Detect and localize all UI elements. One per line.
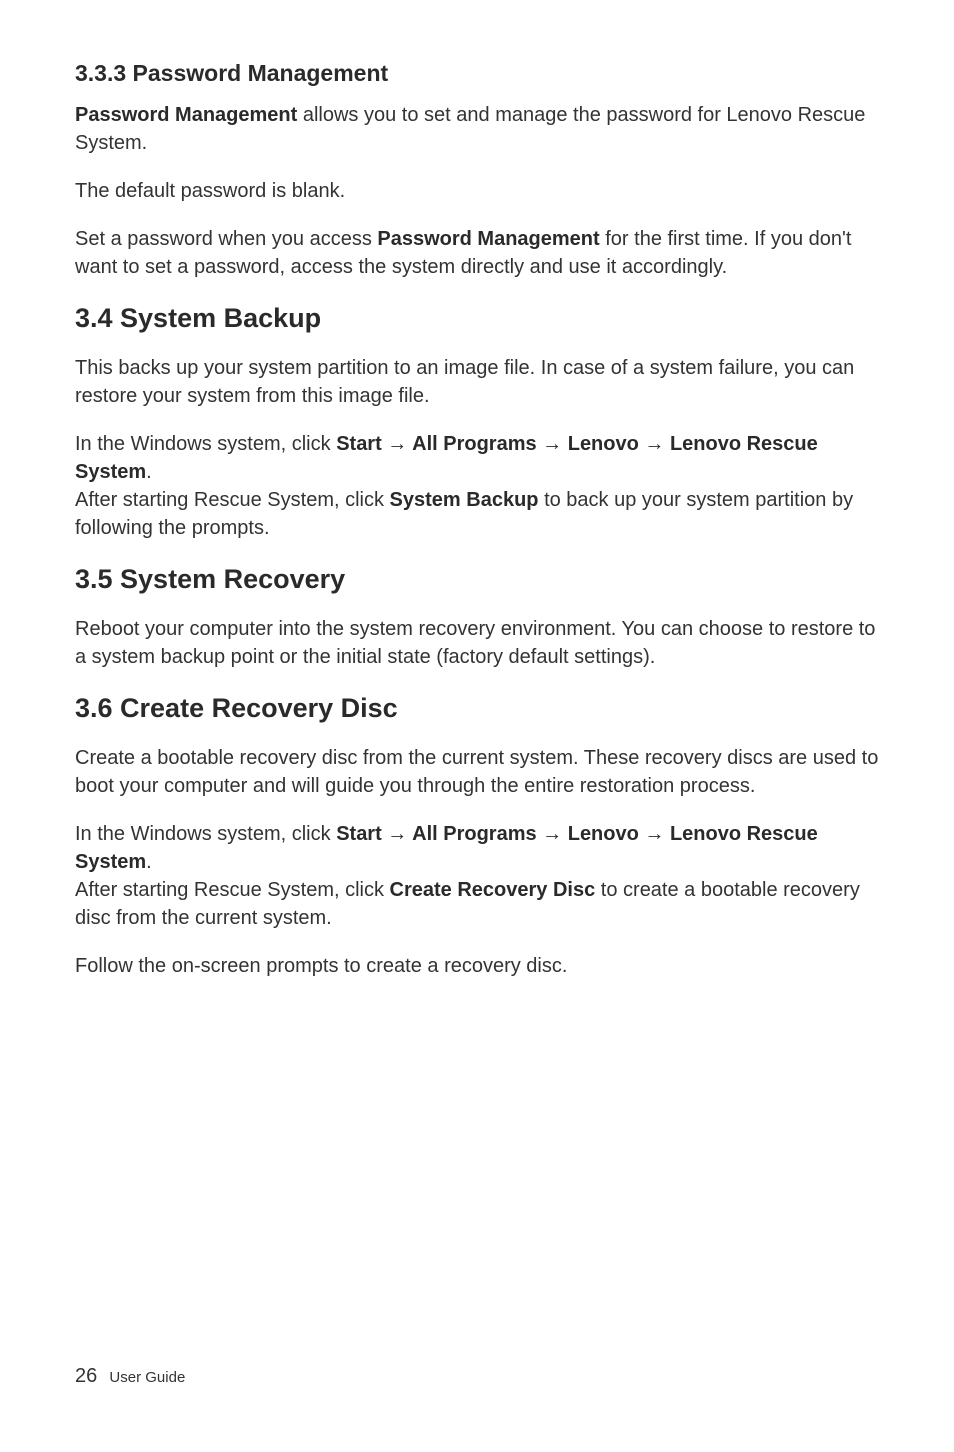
- body-text: .: [146, 851, 152, 873]
- bold-text: Create Recovery Disc: [390, 879, 596, 901]
- paragraph: In the Windows system, click Start → All…: [75, 430, 879, 486]
- page-number: 26: [75, 1365, 97, 1387]
- body-text: Set a password when you access: [75, 228, 377, 250]
- paragraph: After starting Rescue System, click Crea…: [75, 876, 879, 932]
- heading-3-5: 3.5 System Recovery: [75, 564, 879, 595]
- paragraph: Password Management allows you to set an…: [75, 101, 879, 157]
- heading-3-6: 3.6 Create Recovery Disc: [75, 693, 879, 724]
- paragraph: Set a password when you access Password …: [75, 225, 879, 281]
- document-page: 3.3.3 Password Management Password Manag…: [0, 0, 954, 1050]
- paragraph: Create a bootable recovery disc from the…: [75, 744, 879, 800]
- bold-text: Password Management: [75, 104, 297, 126]
- paragraph: Reboot your computer into the system rec…: [75, 615, 879, 671]
- paragraph: This backs up your system partition to a…: [75, 354, 879, 410]
- heading-3-4: 3.4 System Backup: [75, 303, 879, 334]
- paragraph: The default password is blank.: [75, 177, 879, 205]
- footer-label: User Guide: [109, 1369, 185, 1386]
- bold-text: System Backup: [390, 489, 539, 511]
- page-footer: 26 User Guide: [75, 1365, 185, 1388]
- body-text: In the Windows system, click: [75, 823, 336, 845]
- body-text: After starting Rescue System, click: [75, 879, 390, 901]
- heading-3-3-3: 3.3.3 Password Management: [75, 60, 879, 87]
- body-text: After starting Rescue System, click: [75, 489, 390, 511]
- paragraph: After starting Rescue System, click Syst…: [75, 486, 879, 542]
- paragraph: In the Windows system, click Start → All…: [75, 820, 879, 876]
- body-text: .: [146, 461, 152, 483]
- bold-text: Password Management: [377, 228, 599, 250]
- paragraph: Follow the on-screen prompts to create a…: [75, 952, 879, 980]
- body-text: In the Windows system, click: [75, 433, 336, 455]
